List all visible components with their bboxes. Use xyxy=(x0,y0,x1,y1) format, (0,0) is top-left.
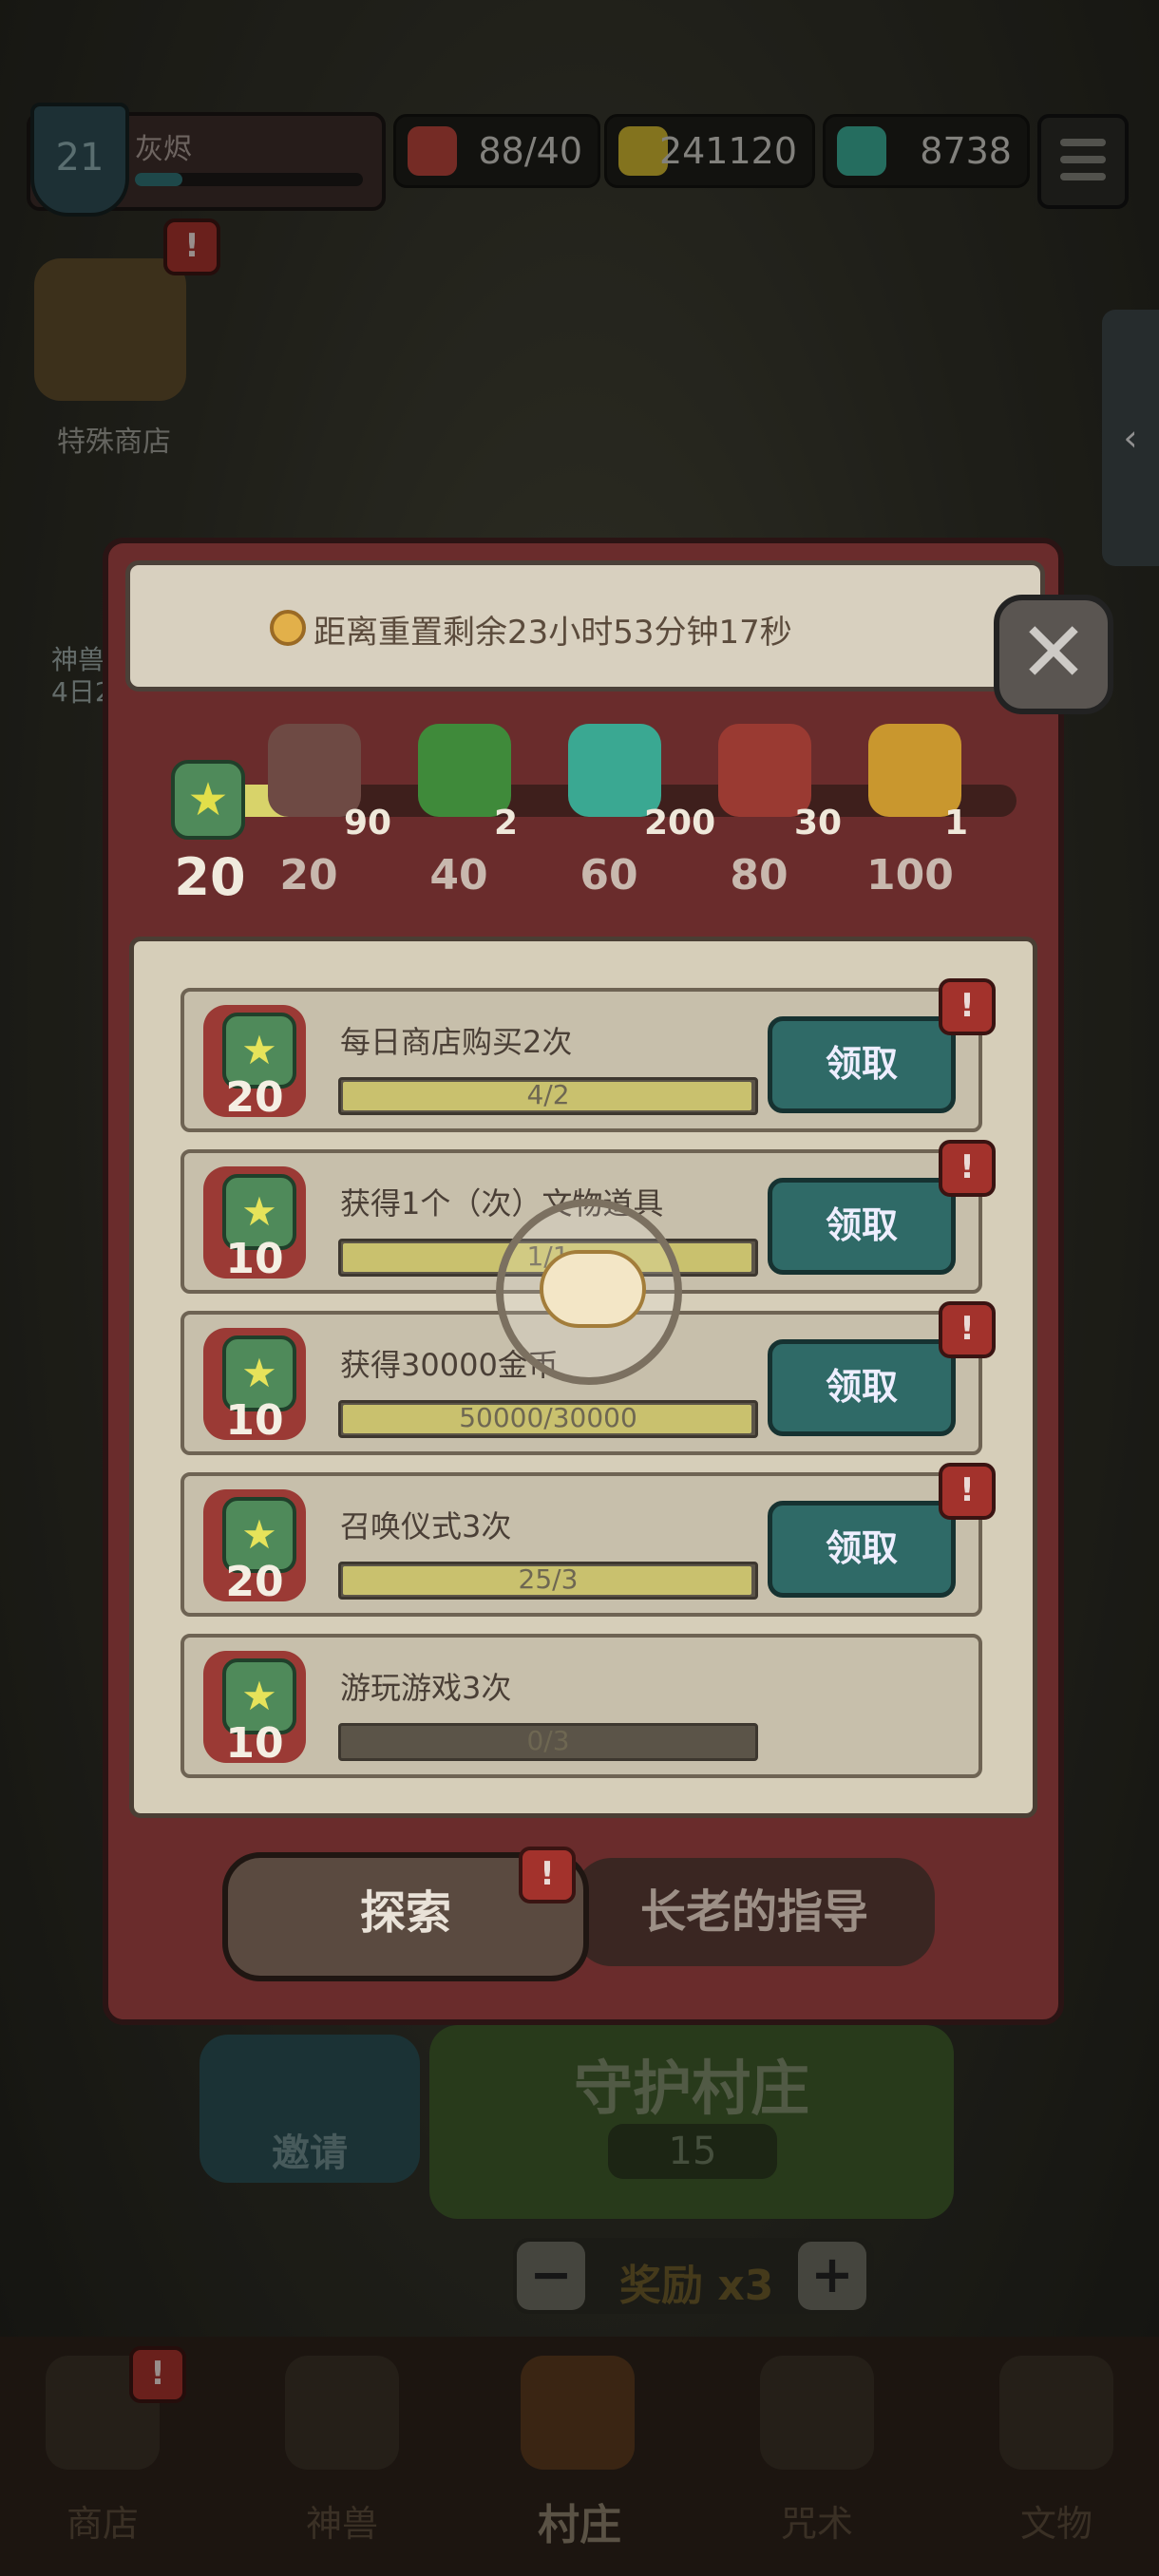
claim-alert-badge: ! xyxy=(939,1301,996,1358)
star-icon: ★ xyxy=(187,773,229,826)
task-points: 20 xyxy=(225,1073,284,1122)
claim-alert-badge: ! xyxy=(939,1140,996,1197)
milestone-qty: 90 xyxy=(344,804,392,843)
milestone-points: 80 xyxy=(730,851,788,900)
claim-button[interactable]: 领取 xyxy=(768,1178,956,1275)
milestone-qty: 2 xyxy=(494,804,519,843)
task-title: 游玩游戏3次 xyxy=(340,1670,512,1706)
claim-button[interactable]: 领取 xyxy=(768,1016,956,1113)
task-points: 10 xyxy=(225,1719,284,1768)
tab-elder-guidance[interactable]: 长老的指导 xyxy=(574,1858,935,1966)
milestone-points: 40 xyxy=(429,851,488,900)
claim-alert-badge: ! xyxy=(939,1463,996,1520)
claim-button[interactable]: 领取 xyxy=(768,1501,956,1598)
task-row: ★ 20 召唤仪式3次 25/3 领取! xyxy=(180,1463,996,1617)
task-points: 10 xyxy=(225,1235,284,1283)
milestone-qty: 1 xyxy=(944,804,969,843)
claim-alert-badge: ! xyxy=(939,978,996,1035)
milestone-qty: 200 xyxy=(644,804,716,843)
task-progress-text: 50000/30000 xyxy=(459,1402,637,1433)
claim-button[interactable]: 领取 xyxy=(768,1339,956,1436)
task-row: ★ 10 游玩游戏3次 0/3 xyxy=(180,1634,982,1778)
task-row: ★ 20 每日商店购买2次 4/2 领取! xyxy=(180,978,996,1132)
task-progress-text: 0/3 xyxy=(526,1725,570,1756)
milestone-points: 20 xyxy=(279,851,338,900)
current-points: 20 xyxy=(174,847,246,907)
task-title: 召唤仪式3次 xyxy=(340,1508,512,1544)
close-button[interactable]: ✕ xyxy=(994,595,1113,714)
hamster-icon xyxy=(540,1250,646,1328)
task-progress-text: 4/2 xyxy=(526,1079,570,1110)
task-progress-text: 25/3 xyxy=(518,1563,579,1595)
task-title: 每日商店购买2次 xyxy=(340,1024,573,1060)
task-points: 20 xyxy=(225,1558,284,1606)
task-points: 10 xyxy=(225,1396,284,1445)
milestone-points: 100 xyxy=(866,851,954,900)
reset-timer: 距离重置剩余23小时53分钟17秒 xyxy=(314,614,792,652)
clock-icon xyxy=(270,610,306,646)
explore-alert-badge: ! xyxy=(519,1847,576,1904)
milestone-qty: 30 xyxy=(794,804,843,843)
milestone-points: 60 xyxy=(580,851,638,900)
